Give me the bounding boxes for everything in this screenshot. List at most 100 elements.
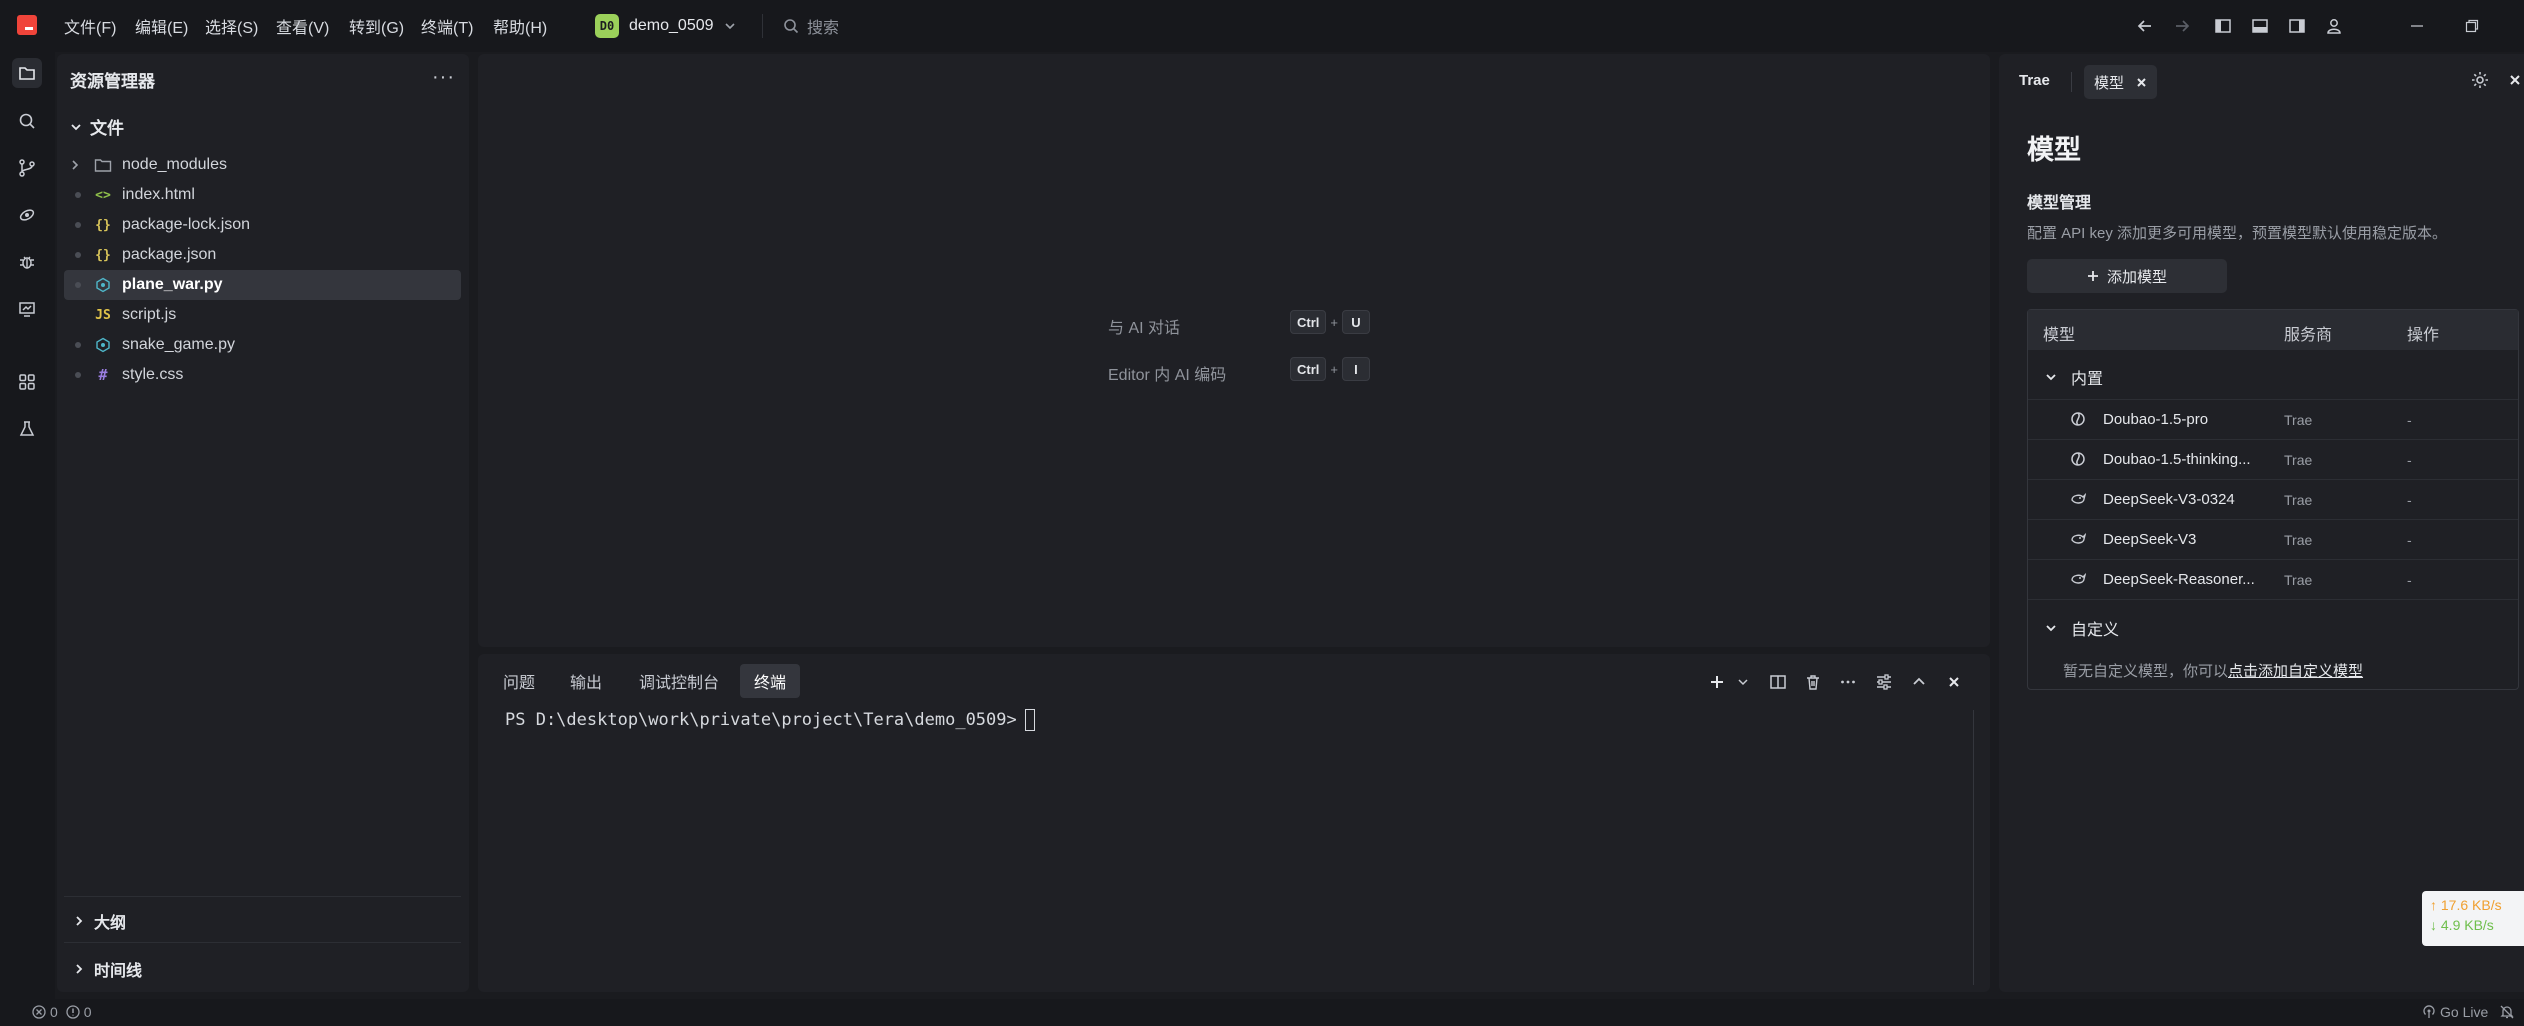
project-switcher[interactable]: D0 demo_0509 [595,11,736,41]
problems-status[interactable]: 0 0 [32,1004,92,1020]
file-row-snake-game-py[interactable]: snake_game.py [64,330,461,360]
model-provider: Trae [2284,572,2313,588]
warning-icon [66,1005,80,1019]
terminal-panel [478,654,1990,992]
new-terminal-plus-icon[interactable] [1705,670,1729,694]
explorer-icon[interactable] [12,58,42,88]
css-file-icon: # [98,366,108,384]
testing-flask-icon[interactable] [12,414,42,444]
remote-explorer-icon[interactable] [12,294,42,324]
model-provider: Trae [2284,452,2313,468]
chevron-down-icon[interactable] [1731,670,1755,694]
file-row-package-json[interactable]: {} package.json [64,240,461,270]
panel-title: 模型 [2027,135,2081,165]
project-name: demo_0509 [629,17,714,34]
file-name: script.js [122,306,177,323]
file-row-plane-war-py[interactable]: plane_war.py [64,270,461,300]
back-arrow-icon[interactable] [2133,14,2157,38]
network-speed-widget: ↑ 17.6 KB/s ↓ 4.9 KB/s [2422,891,2524,946]
html-file-icon: <> [95,187,111,203]
js-file-icon: JS [95,307,111,323]
tab-model[interactable]: 模型 [2084,65,2158,99]
menu-file[interactable]: 文件(F) [64,14,116,38]
activity-bar [0,52,55,999]
menu-terminal[interactable]: 终端(T) [421,14,473,38]
file-name: package.json [122,246,217,263]
custom-models-empty-state: 暂无自定义模型，你可以点击添加自定义模型 [2063,660,2363,681]
tree-dot [70,222,86,228]
files-section-header[interactable]: 文件 [70,114,124,139]
chevron-down-icon [70,121,82,133]
source-control-icon[interactable] [12,153,42,183]
menu-edit[interactable]: 编辑(E) [135,14,188,38]
remote-link-icon[interactable] [12,200,42,230]
menu-selection[interactable]: 选择(S) [205,14,258,38]
minimize-window-icon[interactable] [2405,14,2429,38]
file-name: index.html [122,186,195,203]
restore-window-icon[interactable] [2460,14,2484,38]
file-row-style-css[interactable]: # style.css [64,360,461,390]
menu-view[interactable]: 查看(V) [276,14,329,38]
timeline-section-header[interactable]: 时间线 [74,957,142,981]
file-row-script-js[interactable]: JS script.js [64,300,461,330]
model-action: - [2407,412,2412,428]
tab-output[interactable]: 输出 [556,664,616,698]
gear-icon[interactable] [2470,70,2490,90]
file-name: plane_war.py [122,276,223,293]
key-ctrl: Ctrl [1290,310,1327,334]
account-icon[interactable] [2322,14,2346,38]
tree-dot [70,252,86,258]
terminal-output[interactable]: PS D:\desktop\work\private\project\Tera\… [505,709,1035,731]
toggle-panel-icon[interactable] [2248,14,2272,38]
ai-inline-shortcut: Ctrl + I [1290,357,1370,381]
menu-help[interactable]: 帮助(H) [493,14,547,38]
model-management-heading: 模型管理 [2027,195,2092,212]
model-management-description: 配置 API key 添加更多可用模型，预置模型默认使用稳定版本。 [2027,225,2448,242]
tab-trae[interactable]: Trae [2019,72,2050,89]
toggle-secondary-sidebar-icon[interactable] [2285,14,2309,38]
extensions-icon[interactable] [12,367,42,397]
menu-go[interactable]: 转到(G) [349,14,404,38]
outline-section-header[interactable]: 大纲 [74,909,126,933]
custom-group-header[interactable]: 自定义 [2045,616,2119,640]
split-terminal-icon[interactable] [1766,670,1790,694]
search-icon[interactable] [12,106,42,136]
file-row-node-modules[interactable]: node_modules [64,150,461,180]
maximize-panel-chevron-up-icon[interactable] [1907,670,1931,694]
table-row [2028,399,2518,439]
editor-area[interactable] [478,54,1990,647]
file-row-index-html[interactable]: <> index.html [64,180,461,210]
file-row-package-lock-json[interactable]: {} package-lock.json [64,210,461,240]
builtin-group-header[interactable]: 内置 [2045,365,2103,389]
tree-dot [70,282,86,288]
terminal-settings-sliders-icon[interactable] [1872,670,1896,694]
close-panel-icon[interactable] [2508,73,2522,87]
file-name: package-lock.json [122,216,251,233]
model-name: Doubao-1.5-pro [2103,411,2209,428]
column-header-provider: 服务商 [2284,327,2333,344]
add-custom-model-link[interactable]: 点击添加自定义模型 [2228,663,2363,680]
outline-divider [64,896,461,897]
chevron-down-icon [2045,622,2057,634]
explorer-more-button[interactable]: ··· [432,66,455,89]
add-model-button[interactable]: 添加模型 [2027,259,2227,293]
tab-terminal[interactable]: 终端 [740,664,801,698]
notifications-bell-icon[interactable] [2500,1005,2514,1019]
more-actions-icon[interactable] [1836,670,1860,694]
command-search[interactable]: 搜索 [783,14,839,38]
trash-icon[interactable] [1801,670,1825,694]
toggle-primary-sidebar-icon[interactable] [2211,14,2235,38]
error-count: 0 [50,1004,58,1020]
tab-debug-console[interactable]: 调试控制台 [625,664,733,698]
forward-arrow-icon[interactable] [2170,14,2194,38]
terminal-scrollbar[interactable] [1973,710,1974,985]
tab-problems[interactable]: 问题 [489,664,549,698]
warning-count: 0 [83,1004,92,1020]
go-live-button[interactable]: Go Live [2422,1004,2488,1020]
status-bar [0,999,2524,1026]
close-icon[interactable] [2136,77,2147,88]
close-panel-icon[interactable] [1942,670,1966,694]
chevron-right-icon [70,159,86,171]
debug-icon[interactable] [12,247,42,277]
error-icon [32,1005,46,1019]
